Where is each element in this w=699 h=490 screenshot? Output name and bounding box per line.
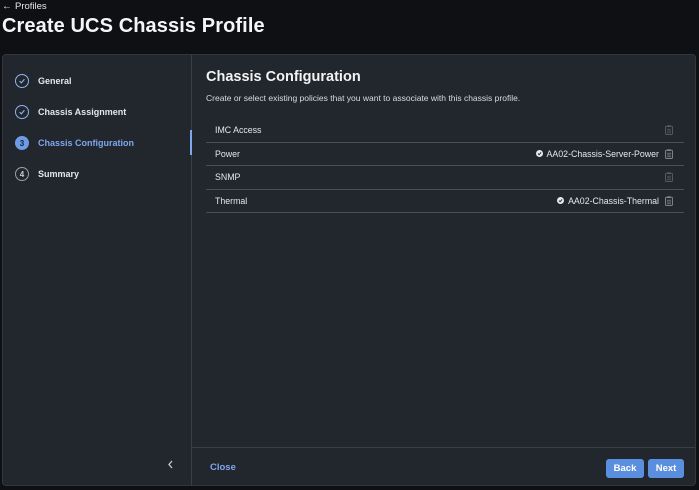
step-chassis-assignment[interactable]: Chassis Assignment [15,102,126,122]
check-circle-icon [535,150,543,158]
step-number-4: 4 [15,167,29,181]
step-general[interactable]: General [15,71,72,91]
back-link-label: Profiles [15,1,47,12]
chevron-left-icon [167,460,172,468]
policy-name: SNMP [215,172,241,183]
clipboard-icon[interactable] [665,196,673,206]
section-title: Chassis Configuration [206,69,361,85]
policy-row-imc-access[interactable]: IMC Access [206,119,684,143]
check-circle-icon [15,74,29,88]
clipboard-icon[interactable] [665,172,673,183]
policy-value: AA02-Chassis-Server-Power [546,148,659,159]
back-to-profiles-link[interactable]: ← Profiles [2,1,47,12]
policy-name: IMC Access [215,125,262,136]
step-label: Chassis Assignment [38,107,127,117]
policy-name: Thermal [215,195,248,206]
main-content: Chassis Configuration Create or select e… [192,55,695,485]
step-label: Summary [38,169,80,179]
policy-name: Power [215,148,240,159]
policy-row-power[interactable]: Power AA02-Chassis-Server-Power [206,143,684,166]
collapse-sidebar-button[interactable] [163,457,177,471]
page-title: Create UCS Chassis Profile [2,15,265,37]
section-description: Create or select existing policies that … [206,93,521,103]
step-chassis-configuration[interactable]: 3 Chassis Configuration [15,133,134,153]
wizard-panel: General Chassis Assignment 3 Chassis Con… [2,54,696,486]
clipboard-icon[interactable] [665,149,673,159]
arrow-left-icon: ← [2,0,12,12]
step-label: Chassis Configuration [38,138,135,148]
step-label: General [38,76,72,86]
close-button[interactable]: Close [210,462,236,473]
step-summary[interactable]: 4 Summary [15,164,79,184]
policy-row-thermal[interactable]: Thermal AA02-Chassis-Thermal [206,190,684,213]
check-circle-icon [557,197,565,205]
back-button[interactable]: Back [606,459,644,478]
clipboard-icon[interactable] [665,125,673,136]
next-button[interactable]: Next [648,459,684,478]
policy-value: AA02-Chassis-Thermal [568,195,659,206]
policy-row-snmp[interactable]: SNMP [206,166,684,190]
wizard-steps-sidebar: General Chassis Assignment 3 Chassis Con… [3,55,192,485]
check-circle-icon [15,105,29,119]
policy-list: IMC Access Power AA02-Chassis-Server-Pow… [206,119,684,213]
wizard-footer: Close Back Next [192,447,695,485]
step-number-3: 3 [15,136,29,150]
